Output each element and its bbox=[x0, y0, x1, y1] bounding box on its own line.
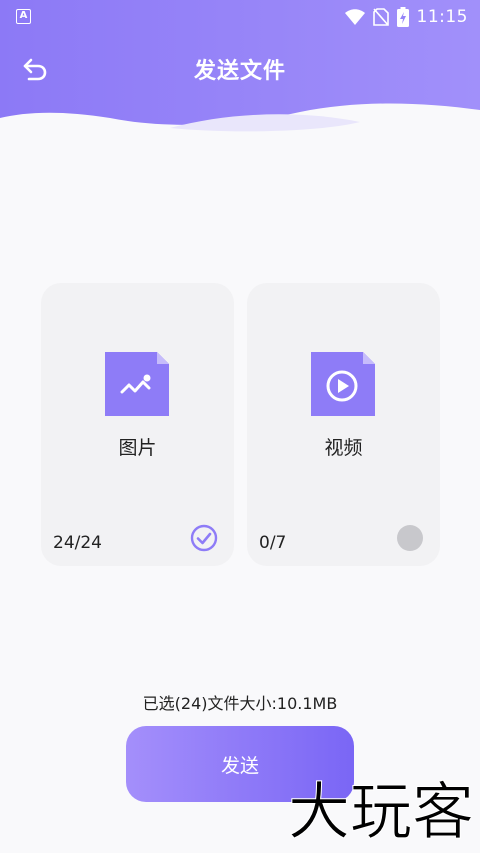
unchecked-circle-icon[interactable] bbox=[397, 525, 423, 551]
wifi-icon bbox=[344, 9, 365, 25]
header: A 11:15 发送文件 bbox=[0, 0, 480, 135]
page-title: 发送文件 bbox=[193, 59, 286, 84]
status-icons: 11:15 bbox=[344, 6, 469, 28]
status-bar: A 11:15 bbox=[0, 0, 480, 34]
card-label: 视频 bbox=[324, 437, 363, 459]
card-count: 24/24 bbox=[53, 533, 102, 553]
card-videos[interactable]: 视频 0/7 bbox=[247, 283, 440, 566]
no-sim-icon bbox=[372, 8, 389, 26]
watermark-logo: 大玩客 bbox=[287, 775, 474, 849]
status-time: 11:15 bbox=[416, 7, 468, 27]
card-images[interactable]: 图片 24/24 bbox=[41, 283, 234, 566]
checked-icon[interactable] bbox=[190, 524, 218, 552]
card-label: 图片 bbox=[118, 437, 157, 459]
app-badge-icon: A bbox=[16, 9, 31, 24]
selection-summary: 已选(24)文件大小:10.1MB bbox=[142, 694, 338, 713]
video-file-icon bbox=[311, 352, 375, 416]
battery-charging-icon bbox=[396, 7, 409, 27]
card-count: 0/7 bbox=[259, 533, 287, 553]
image-file-icon bbox=[105, 352, 169, 416]
